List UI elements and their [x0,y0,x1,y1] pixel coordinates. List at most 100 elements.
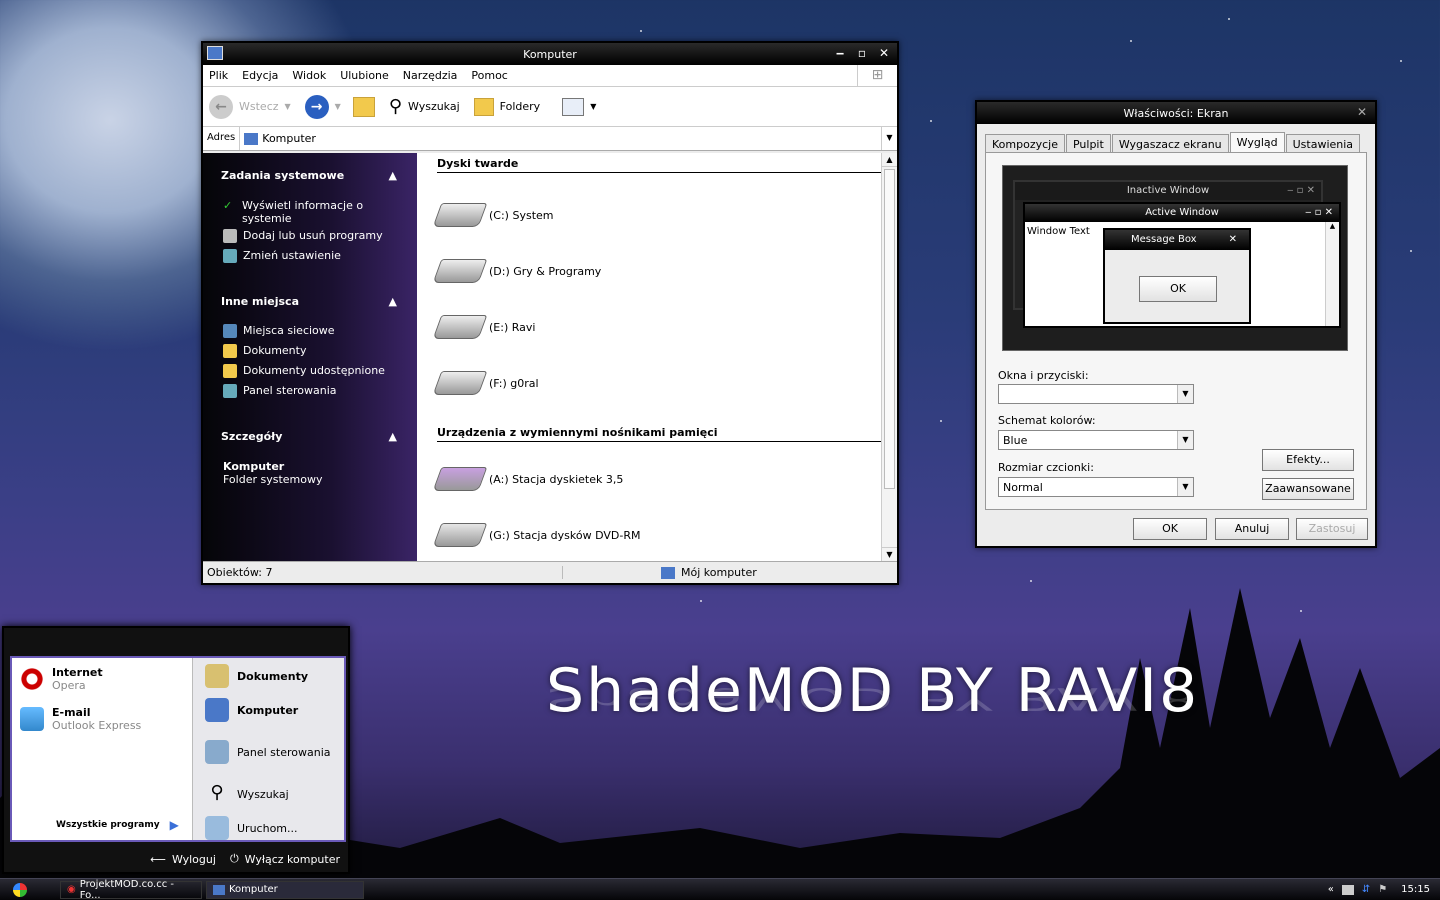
up-folder-icon[interactable] [352,96,375,117]
task-system-info[interactable]: ✓ Wyświetl informacje o systemie [223,199,403,225]
menu-run[interactable]: Uruchom... [205,816,298,840]
explorer-titlebar[interactable]: Komputer ‒ ▫ ✕ [203,43,897,65]
hard-disk-icon [432,259,488,283]
place-shared[interactable]: Dokumenty udostępnione [223,364,403,378]
shutdown-button[interactable]: ⏻ Wyłącz komputer [230,852,340,866]
collapse-icon[interactable]: ▲ [389,430,397,443]
drive-f[interactable]: (F:) g0ral [432,371,539,395]
chevron-down-icon[interactable]: ▼ [1177,431,1193,449]
maximize-button[interactable]: ▫ [853,46,871,61]
forward-dropdown-icon[interactable]: ▼ [335,102,341,111]
search-icon[interactable]: ⚲ [389,96,402,117]
folders-icon[interactable] [473,97,494,116]
folders-button[interactable]: Foldery [500,100,541,113]
pinned-sub: Opera [52,679,86,692]
start-button[interactable] [0,879,40,900]
explorer-window: Komputer ‒ ▫ ✕ Plik Edycja Widok Ulubion… [201,41,899,585]
preview-buttons-icon: ‒ ▫ ✕ [1305,207,1333,218]
back-label[interactable]: Wstecz [239,100,279,113]
chevron-down-icon[interactable]: ▼ [1177,478,1193,496]
clock[interactable]: 15:15 [1401,884,1430,895]
tray-chevron[interactable]: « [1328,884,1334,895]
task-komputer[interactable]: Komputer [206,880,364,899]
scroll-up-icon[interactable]: ▲ [882,153,897,167]
display-titlebar[interactable]: Właściwości: Ekran ✕ [977,102,1375,124]
pinned-title: E-mail [52,706,91,719]
system-tasks-header[interactable]: Zadania systemowe ▲ [221,169,397,182]
drive-label: (F:) g0ral [489,376,539,390]
place-documents[interactable]: Dokumenty [223,344,403,358]
close-button[interactable]: ✕ [875,46,893,61]
views-dropdown-icon[interactable]: ▼ [590,102,596,111]
start-menu-left: Internet Opera E-mail Outlook Express Wszy… [12,658,192,840]
taskbar: ◉ ProjektMOD.co.cc - Fo... Komputer « ⇵ ⚑… [0,878,1440,900]
effects-button[interactable]: Efekty... [1262,449,1354,471]
start-menu-right: Dokumenty Komputer Panel sterowania ⚲ Wys… [192,658,344,840]
cancel-button[interactable]: Anuluj [1215,518,1289,540]
details-header[interactable]: Szczegóły ▲ [221,430,397,443]
drive-a[interactable]: (A:) Stacja dyskietek 3,5 [432,467,623,491]
computer-icon [213,884,225,895]
menu-ulubione[interactable]: Ulubione [340,69,389,82]
printer-icon[interactable] [1341,884,1354,895]
drive-e[interactable]: (E:) Ravi [432,315,535,339]
details-name: Komputer [223,460,285,473]
back-dropdown-icon[interactable]: ▼ [285,102,291,111]
menu-search[interactable]: ⚲ Wyszukaj [205,782,288,806]
menu-edycja[interactable]: Edycja [242,69,278,82]
back-icon[interactable]: ← [209,94,233,119]
task-change-setting[interactable]: Zmień ustawienie [223,249,403,263]
windows-buttons-select[interactable]: ▼ [998,384,1194,404]
menu-documents[interactable]: Dokumenty [205,664,308,688]
menu-control-panel[interactable]: Panel sterowania [205,740,331,764]
font-size-label: Rozmiar czcionki: [998,461,1094,474]
advanced-button[interactable]: Zaawansowane [1262,478,1354,500]
menu-narzedzia[interactable]: Narzędzia [403,69,458,82]
dvd-drive-icon [432,523,488,547]
close-button[interactable]: ✕ [1353,105,1371,120]
ok-button[interactable]: OK [1133,518,1207,540]
search-button[interactable]: Wyszukaj [408,100,460,113]
safely-remove-icon[interactable]: ⚑ [1378,884,1387,895]
logoff-button[interactable]: ⟵ Wyloguj [150,852,216,866]
drive-c[interactable]: (C:) System [432,203,554,227]
apply-button[interactable]: Zastosuj [1296,518,1368,540]
floppy-drive-icon [432,467,488,491]
all-programs-button[interactable]: Wszystkie programy ▶ [56,818,179,832]
logoff-icon: ⟵ [150,852,166,866]
group-hard-disks: Dyski twarde [437,157,883,173]
vertical-scrollbar[interactable]: ▲ ▼ [881,153,897,561]
other-places-header[interactable]: Inne miejsca ▲ [221,295,397,308]
drive-d[interactable]: (D:) Gry & Programy [432,259,601,283]
scroll-thumb[interactable] [884,169,895,489]
menu-plik[interactable]: Plik [209,69,228,82]
drive-g[interactable]: (G:) Stacja dysków DVD-RM [432,523,641,547]
menu-computer[interactable]: Komputer [205,698,298,722]
shutdown-label: Wyłącz komputer [244,852,340,866]
address-input[interactable]: Komputer [262,132,881,145]
chevron-down-icon[interactable]: ▼ [1177,385,1193,403]
task-add-remove[interactable]: Dodaj lub usuń programy [223,229,403,243]
menu-widok[interactable]: Widok [292,69,326,82]
minimize-button[interactable]: ‒ [831,46,849,61]
computer-icon [205,698,229,722]
address-dropdown-icon[interactable]: ▼ [881,127,897,150]
collapse-icon[interactable]: ▲ [389,169,397,182]
forward-icon[interactable]: → [304,94,329,119]
color-scheme-select[interactable]: Blue ▼ [998,430,1194,450]
close-icon: ✕ [1228,234,1237,245]
network-icon[interactable]: ⇵ [1362,884,1370,895]
check-icon: ✓ [223,199,233,212]
tab-wyglad[interactable]: Wygląd [1229,132,1285,154]
font-size-select[interactable]: Normal ▼ [998,477,1194,497]
scroll-down-icon[interactable]: ▼ [882,547,897,561]
menu-pomoc[interactable]: Pomoc [471,69,507,82]
task-opera[interactable]: ◉ ProjektMOD.co.cc - Fo... [60,879,202,900]
place-network[interactable]: Miejsca sieciowe [223,324,403,338]
place-control-panel[interactable]: Panel sterowania [223,384,403,398]
collapse-icon[interactable]: ▲ [389,295,397,308]
pinned-internet[interactable]: Internet Opera [20,666,103,692]
computer-icon [661,566,675,579]
pinned-email[interactable]: E-mail Outlook Express [20,706,141,732]
views-icon[interactable] [562,97,585,116]
